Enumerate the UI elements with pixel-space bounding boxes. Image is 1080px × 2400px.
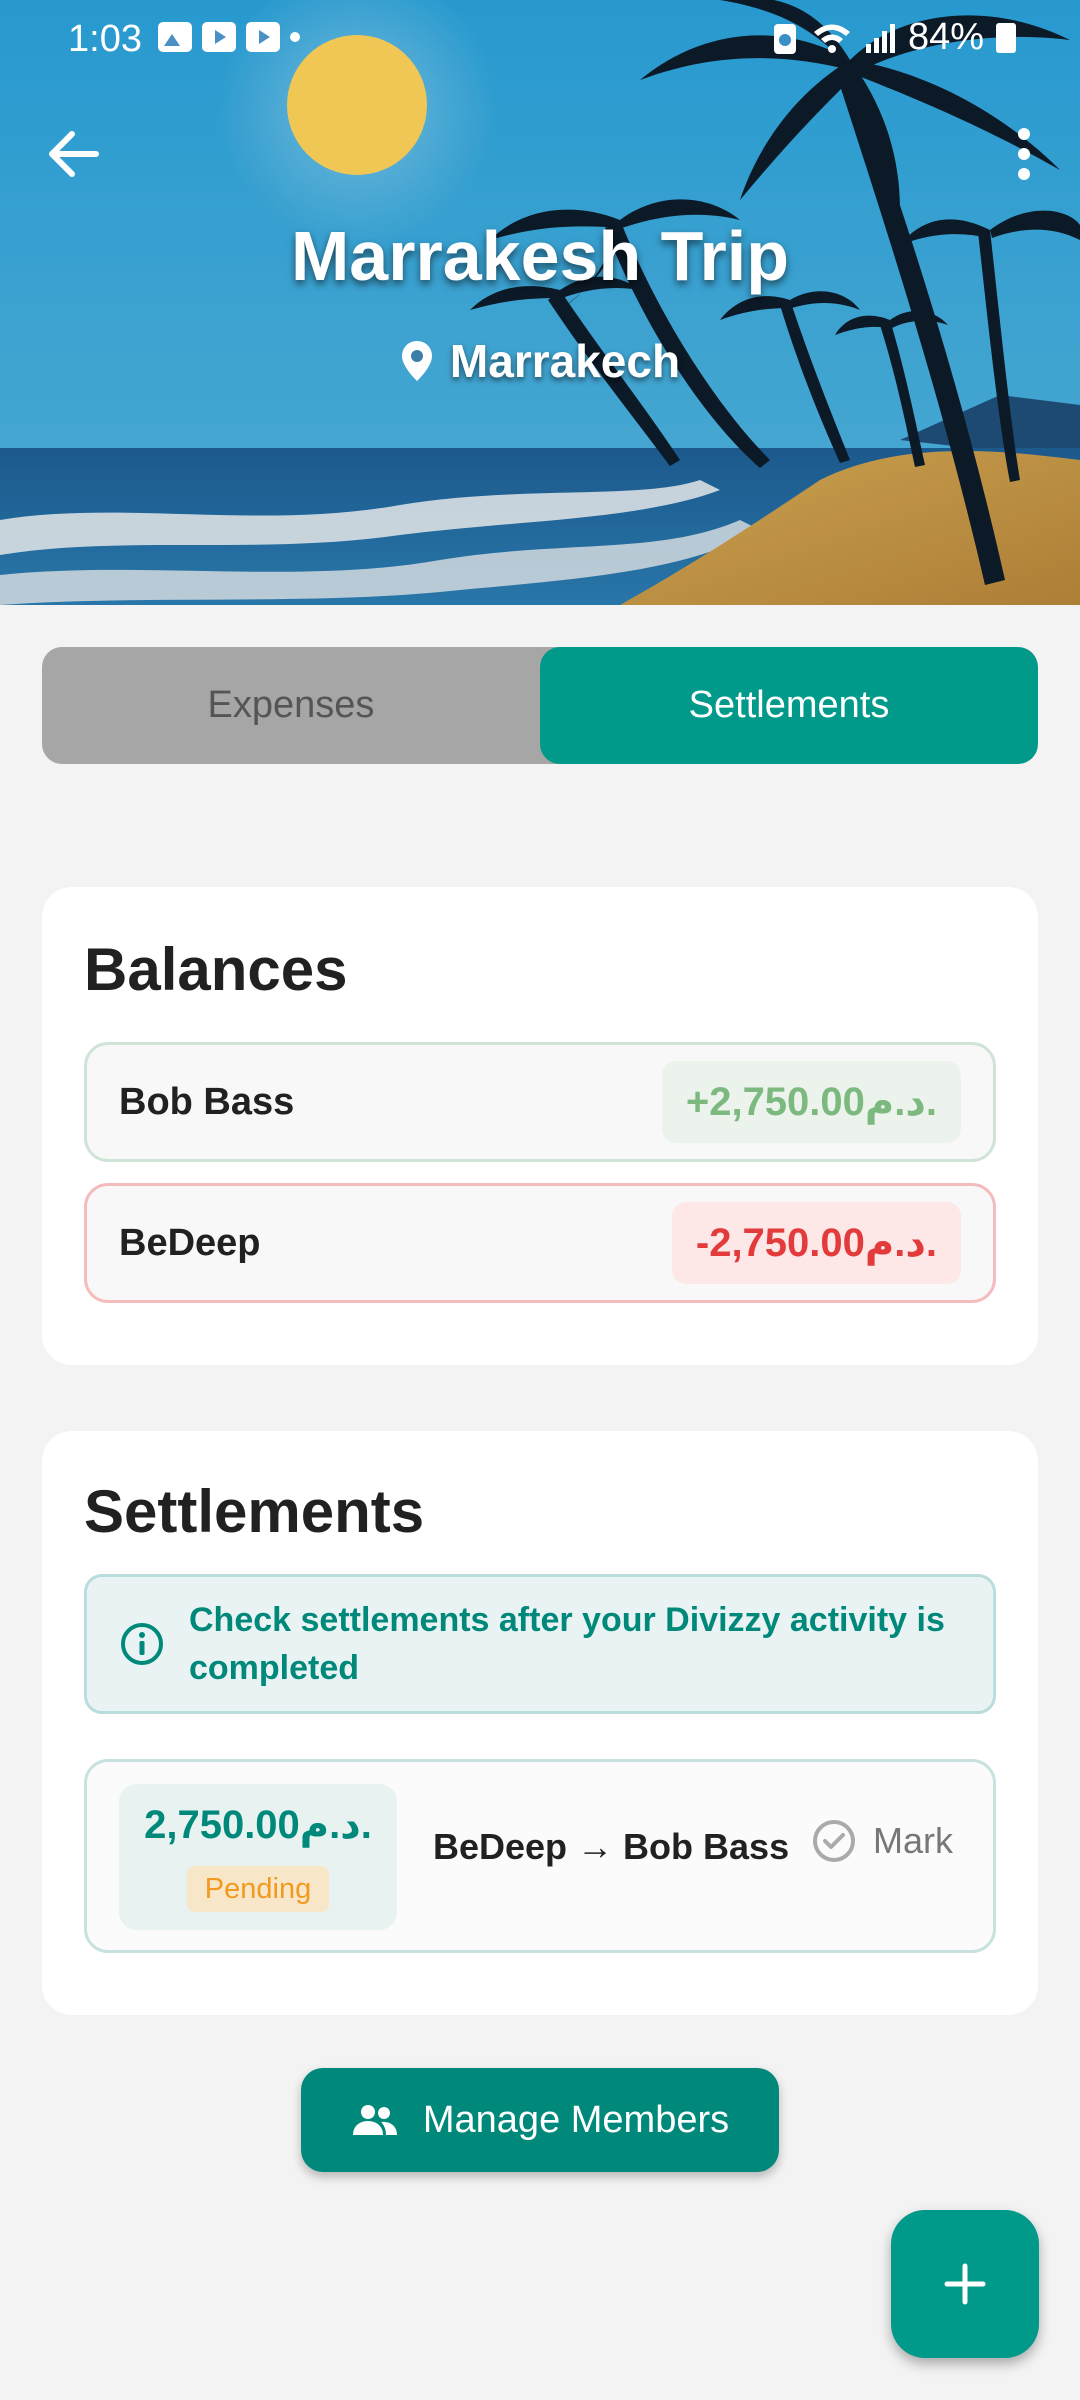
more-vert-icon[interactable] xyxy=(1012,122,1036,186)
location-label: Marrakech xyxy=(449,335,681,387)
settlement-amount-box: 2,750.00د.م. Pending xyxy=(119,1784,397,1930)
info-icon xyxy=(121,1623,163,1665)
plus-icon xyxy=(944,2263,986,2305)
header-banner: 1:03 84% Marrakesh Trip Marrakech xyxy=(0,0,1080,605)
status-bar: 1:03 84% xyxy=(0,0,1080,80)
more-notifications-icon xyxy=(290,32,300,42)
member-name: BeDeep xyxy=(119,1221,261,1264)
info-text: Check settlements after your Divizzy act… xyxy=(189,1601,945,1687)
wifi-icon xyxy=(813,24,850,53)
add-expense-fab[interactable] xyxy=(891,2210,1039,2358)
settlements-title: Settlements xyxy=(84,1478,425,1545)
trip-location: Marrakech xyxy=(0,334,1080,388)
tab-expenses[interactable]: Expenses xyxy=(42,647,540,764)
manage-members-label: Manage Members xyxy=(422,2098,730,2141)
tab-switcher: Expenses Settlements xyxy=(42,647,1038,764)
settlement-row: 2,750.00د.م. Pending BeDeep → Bob Bass M… xyxy=(84,1759,996,1953)
settlements-card: Settlements Check settlements after your… xyxy=(42,1431,1038,2015)
image-notification-icon xyxy=(158,22,192,52)
signal-icon xyxy=(865,23,895,53)
mark-settled-button[interactable]: Mark xyxy=(811,1818,953,1864)
mark-label: Mark xyxy=(873,1820,953,1861)
youtube-notification-icon xyxy=(246,22,280,52)
settlement-amount: 2,750.00د.م. xyxy=(144,1803,372,1847)
location-pin-icon xyxy=(401,341,432,381)
balance-amount-negative: -2,750.00د.م. xyxy=(671,1202,961,1284)
tab-settlements[interactable]: Settlements xyxy=(540,647,1038,764)
balances-title: Balances xyxy=(84,936,348,1003)
trip-title: Marrakesh Trip xyxy=(291,217,789,295)
back-arrow-icon[interactable] xyxy=(42,122,106,186)
battery-icon xyxy=(996,22,1016,53)
balance-row: Bob Bass +2,750.00د.م. xyxy=(84,1042,996,1162)
balances-card: Balances Bob Bass +2,750.00د.م. BeDeep -… xyxy=(42,887,1038,1365)
manage-members-button[interactable]: Manage Members xyxy=(301,2068,779,2172)
member-name: Bob Bass xyxy=(119,1080,295,1123)
system-icons: 84% xyxy=(770,16,1016,59)
youtube-notification-icon xyxy=(202,22,236,52)
status-badge: Pending xyxy=(187,1866,329,1912)
battery-saver-icon xyxy=(773,23,796,54)
settlement-parties: BeDeep → Bob Bass xyxy=(433,1826,790,1867)
balance-amount-positive: +2,750.00د.م. xyxy=(661,1061,961,1143)
status-time: 1:03 xyxy=(68,18,142,60)
check-circle-icon xyxy=(813,1820,855,1862)
beach-illustration xyxy=(0,0,1080,605)
battery-percent: 84% xyxy=(907,16,984,58)
notification-icons xyxy=(158,22,300,52)
info-banner: Check settlements after your Divizzy act… xyxy=(84,1574,996,1714)
group-icon xyxy=(352,2105,397,2135)
balance-row: BeDeep -2,750.00د.م. xyxy=(84,1183,996,1303)
